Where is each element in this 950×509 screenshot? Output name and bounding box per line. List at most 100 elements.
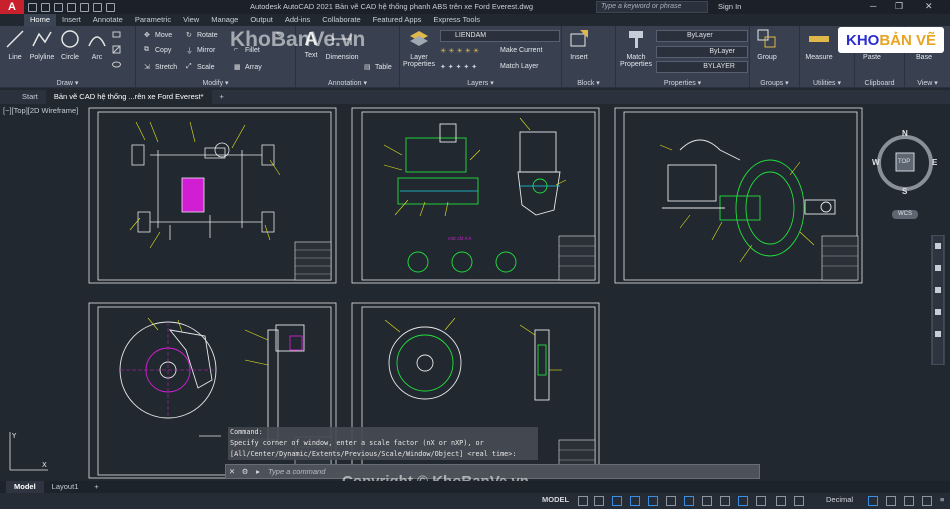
tab-collaborate[interactable]: Collaborate [316, 14, 366, 26]
add-layout-icon[interactable]: + [86, 481, 106, 493]
block-panel-label[interactable]: Block ▾ [562, 79, 615, 87]
annotation-scale-icon[interactable] [756, 496, 766, 506]
minimize-icon[interactable]: ─ [870, 1, 876, 11]
utilities-panel-label[interactable]: Utilities ▾ [800, 79, 854, 87]
object-snap-icon[interactable] [684, 496, 694, 506]
close-icon[interactable]: ✕ [925, 1, 933, 12]
redo-icon[interactable] [106, 2, 115, 12]
sign-in-button[interactable]: Sign In [718, 2, 741, 11]
rotate-button[interactable]: ↻ Rotate [186, 31, 218, 40]
model-space-button[interactable]: MODEL [542, 495, 569, 504]
copy-button[interactable]: ⧉ Copy [144, 46, 171, 55]
compass-north[interactable]: N [902, 129, 908, 138]
measure-tool[interactable]: Measure [802, 28, 836, 61]
tab-model[interactable]: Model [6, 481, 44, 493]
tab-output[interactable]: Output [244, 14, 279, 26]
polyline-tool[interactable]: Polyline [27, 28, 57, 61]
transparency-icon[interactable] [720, 496, 730, 506]
save-as-icon[interactable] [67, 2, 76, 12]
close-command-icon[interactable]: ✕ [226, 467, 238, 476]
autocad-logo[interactable]: A [0, 0, 24, 14]
rectangle-icon[interactable] [112, 30, 121, 39]
command-input[interactable]: Type a command [264, 467, 325, 476]
layers-panel-label[interactable]: Layers ▾ [400, 79, 561, 87]
search-input[interactable]: Type a keyword or phrase [596, 1, 708, 13]
line-tool[interactable]: Line [3, 28, 27, 61]
color-dropdown[interactable]: ByLayer [656, 30, 748, 42]
layer-dropdown[interactable]: LIENDAM [440, 30, 560, 42]
lock-ui-icon[interactable] [886, 496, 896, 506]
array-button[interactable]: ▦ Array [234, 63, 262, 72]
lineweight-icon[interactable] [702, 496, 712, 506]
tab-featured-apps[interactable]: Featured Apps [367, 14, 428, 26]
customization-menu-icon[interactable]: ≡ [940, 495, 944, 504]
lineweight-dropdown[interactable]: BYLAYER [656, 61, 748, 73]
save-icon[interactable] [54, 2, 63, 12]
properties-panel-label[interactable]: Properties ▾ [616, 79, 749, 87]
open-icon[interactable] [41, 2, 50, 12]
layer-properties-tool[interactable]: Layer Properties [402, 28, 436, 68]
tab-insert[interactable]: Insert [56, 14, 87, 26]
polar-icon[interactable] [630, 496, 640, 506]
circle-tool[interactable]: Circle [58, 28, 82, 61]
new-icon[interactable] [28, 2, 37, 12]
mirror-button[interactable]: ⏚ Mirror [186, 46, 215, 55]
layer-tools-row[interactable]: ☀ ☀ ☀ ☀ ☀ [440, 47, 479, 55]
annotation-monitor-icon[interactable] [794, 496, 804, 506]
viewcube[interactable]: N S E W TOP [872, 129, 938, 196]
tab-express-tools[interactable]: Express Tools [427, 14, 486, 26]
undo-icon[interactable] [93, 2, 102, 12]
compass-west[interactable]: W [872, 158, 880, 167]
ellipse-icon[interactable] [112, 60, 121, 69]
layer-tools-row-2[interactable]: ✦ ✦ ✦ ✦ ✦ [440, 63, 477, 71]
paste-tool[interactable]: Paste [857, 54, 887, 61]
tab-home[interactable]: Home [24, 14, 57, 26]
grid-icon[interactable] [578, 496, 588, 506]
tab-add-ins[interactable]: Add-ins [279, 14, 316, 26]
clipboard-panel-label[interactable]: Clipboard [855, 80, 904, 87]
new-tab-icon[interactable]: + [212, 90, 232, 104]
match-properties-tool[interactable]: Match Properties [618, 28, 654, 68]
workspace-gear-icon[interactable] [776, 496, 786, 506]
move-button[interactable]: ✥ Move [144, 31, 172, 40]
tab-start[interactable]: Start [14, 90, 46, 104]
hardware-acceleration-icon[interactable] [922, 496, 932, 506]
navigation-bar[interactable] [931, 234, 945, 366]
object-snap-tracking-icon[interactable] [666, 496, 676, 506]
tab-layout1[interactable]: Layout1 [44, 481, 87, 493]
insert-tool[interactable]: Insert [564, 28, 594, 61]
hatch-icon[interactable] [112, 45, 121, 54]
table-button[interactable]: ▤ Table [364, 63, 392, 72]
quick-properties-icon[interactable] [868, 496, 878, 506]
scale-button[interactable]: ⤢ Scale [186, 63, 215, 72]
plot-icon[interactable] [80, 2, 89, 12]
group-tool[interactable]: Group [752, 28, 782, 61]
snap-icon[interactable] [594, 496, 604, 506]
base-tool[interactable]: Base [909, 54, 939, 61]
selection-cycling-icon[interactable] [738, 496, 748, 506]
viewcube-top[interactable]: TOP [898, 159, 910, 165]
isodraft-icon[interactable] [648, 496, 658, 506]
annotation-panel-label[interactable]: Annotation ▾ [296, 79, 399, 87]
ortho-icon[interactable] [612, 496, 622, 506]
tab-annotate[interactable]: Annotate [87, 14, 129, 26]
linetype-dropdown[interactable]: ByLayer [656, 46, 748, 58]
customize-icon[interactable]: ⚙ [238, 467, 252, 476]
maximize-icon[interactable]: ❐ [895, 1, 903, 12]
compass-south[interactable]: S [902, 187, 907, 196]
tab-manage[interactable]: Manage [205, 14, 244, 26]
compass-east[interactable]: E [932, 158, 937, 167]
drawing-canvas[interactable]: mặt cắt A-A Y X [0, 104, 950, 479]
tab-drawing[interactable]: Bản vẽ CAD hệ thống ...rên xe Ford Evere… [45, 90, 212, 104]
recent-commands-icon[interactable]: ▸ [252, 467, 264, 476]
wcs-menu[interactable]: WCS [892, 210, 918, 219]
modify-panel-label[interactable]: Modify ▾ [136, 79, 295, 87]
tab-parametric[interactable]: Parametric [129, 14, 177, 26]
isolate-objects-icon[interactable] [904, 496, 914, 506]
make-current-button[interactable]: Make Current [500, 47, 542, 54]
units-dropdown[interactable]: Decimal [826, 495, 853, 504]
draw-panel-label[interactable]: Draw ▾ [0, 79, 135, 87]
match-layer-button[interactable]: Match Layer [500, 63, 539, 70]
tab-view[interactable]: View [177, 14, 205, 26]
arc-tool[interactable]: Arc [85, 28, 109, 61]
